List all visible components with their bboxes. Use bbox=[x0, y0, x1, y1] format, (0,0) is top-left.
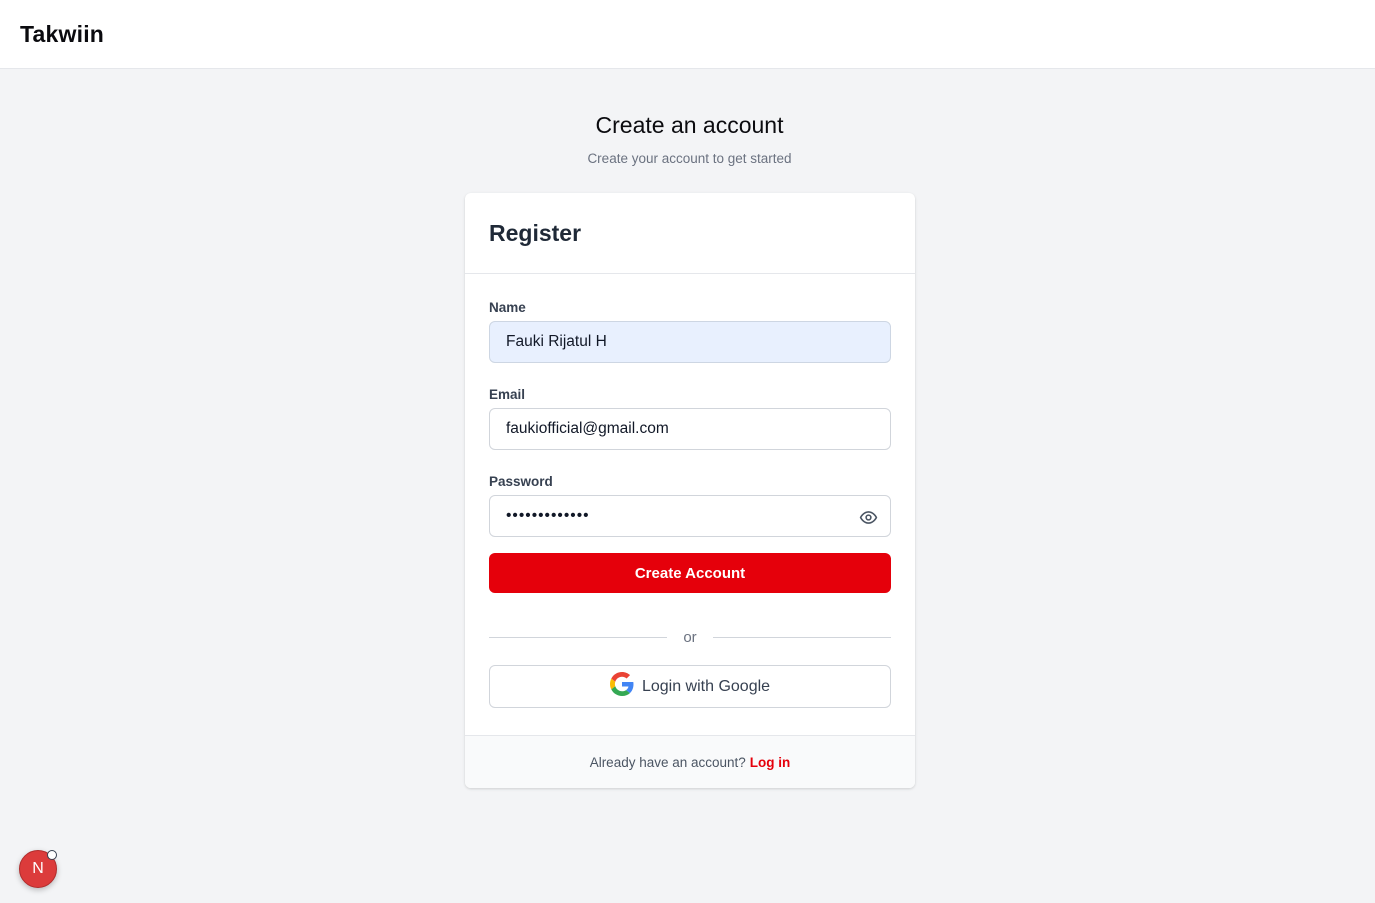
google-icon bbox=[609, 672, 634, 701]
email-input[interactable] bbox=[506, 420, 890, 438]
page-title: Create an account bbox=[595, 112, 784, 138]
password-group: Password bbox=[489, 474, 891, 537]
create-account-button[interactable]: Create Account bbox=[489, 553, 891, 593]
name-group: Name bbox=[489, 300, 891, 363]
card-title: Register bbox=[489, 219, 582, 246]
eye-icon[interactable] bbox=[858, 507, 878, 527]
password-field[interactable] bbox=[489, 495, 891, 537]
email-label: Email bbox=[489, 387, 526, 402]
email-field[interactable] bbox=[489, 408, 891, 450]
register-card: Register Name Email Password bbox=[465, 193, 915, 788]
login-link[interactable]: Log in bbox=[750, 755, 791, 770]
divider-line-right bbox=[712, 636, 891, 638]
dev-tools-badge[interactable]: N bbox=[19, 850, 57, 888]
password-label: Password bbox=[489, 474, 553, 489]
or-divider: or bbox=[489, 627, 891, 647]
divider-line-left bbox=[489, 636, 668, 638]
name-field[interactable] bbox=[489, 321, 891, 363]
divider-label: or bbox=[683, 628, 697, 646]
email-group: Email bbox=[489, 387, 891, 450]
google-login-button[interactable]: Login with Google bbox=[489, 665, 891, 708]
card-header: Register bbox=[465, 193, 915, 274]
name-input[interactable] bbox=[506, 333, 890, 351]
status-dot-icon bbox=[47, 850, 57, 860]
brand-logo[interactable]: Takwiin bbox=[20, 21, 104, 48]
top-navbar: Takwiin bbox=[0, 0, 1375, 69]
dev-badge-letter: N bbox=[32, 860, 44, 877]
register-form: Name Email Password C bbox=[465, 274, 915, 708]
name-label: Name bbox=[489, 300, 526, 315]
login-prompt: Already have an account? bbox=[589, 754, 746, 770]
page-subtitle: Create your account to get started bbox=[587, 151, 792, 166]
card-footer: Already have an account? Log in bbox=[465, 735, 915, 788]
google-button-label: Login with Google bbox=[641, 677, 771, 695]
password-input[interactable] bbox=[506, 507, 890, 525]
